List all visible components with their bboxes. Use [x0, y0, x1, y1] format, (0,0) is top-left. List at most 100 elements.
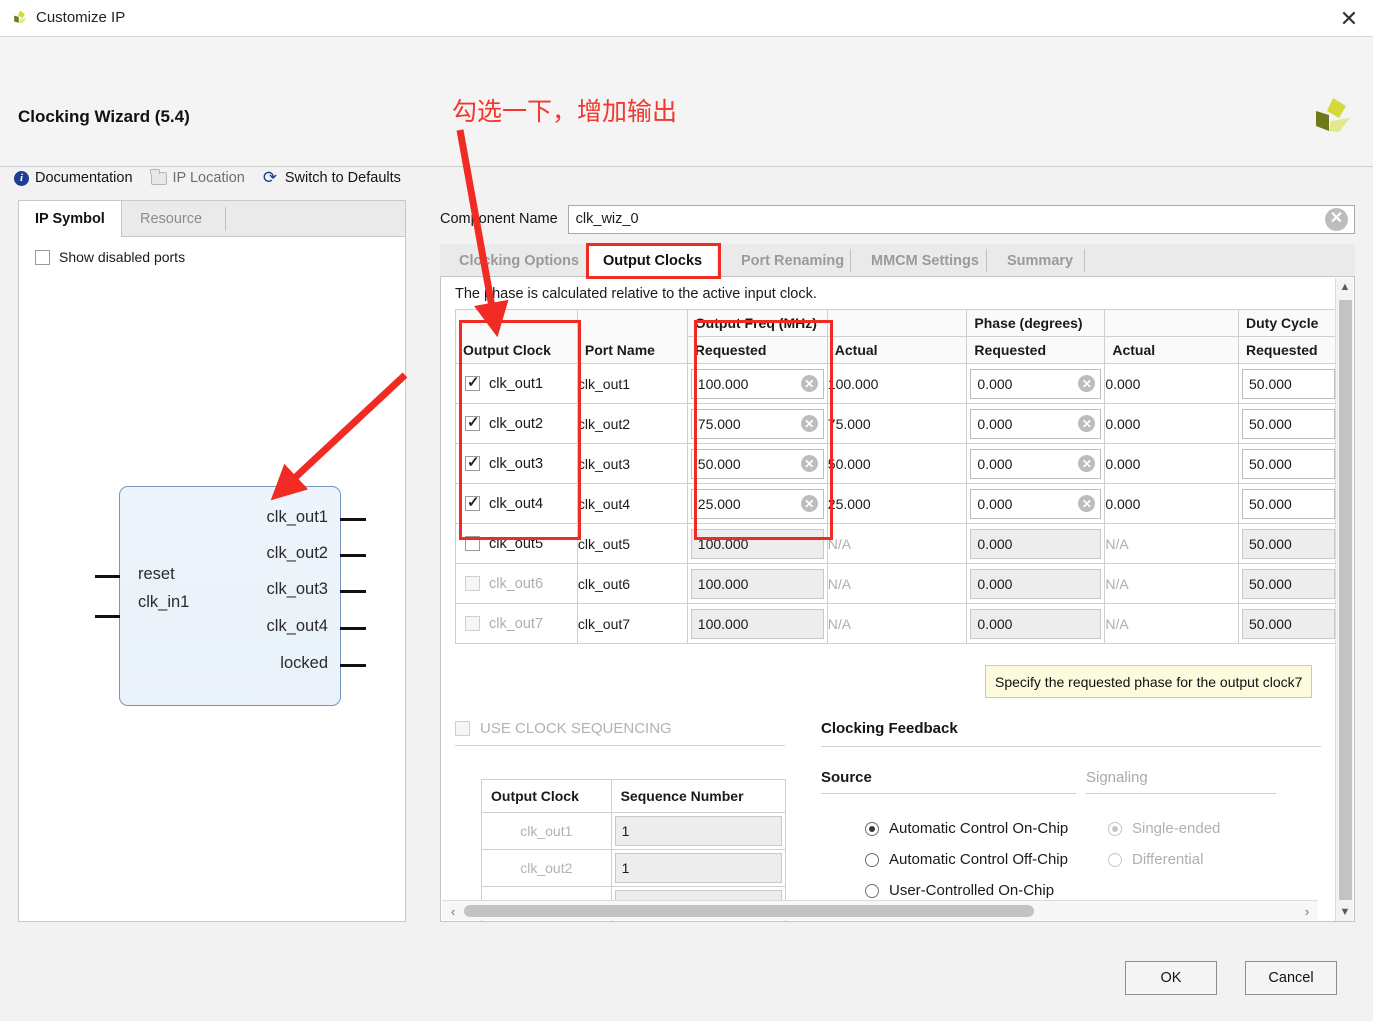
cell-phase-requested: 0.000 [966, 523, 1106, 564]
radio-automatic-control-off-chip[interactable]: Automatic Control Off-Chip [865, 851, 1086, 868]
ip-location-link[interactable]: IP Location [150, 168, 245, 186]
tab-divider [986, 249, 987, 272]
checkbox-icon[interactable] [465, 493, 480, 511]
cancel-button[interactable]: Cancel [1245, 961, 1337, 995]
window-title: Customize IP [36, 9, 126, 26]
cell-duty-requested[interactable]: 50.000 [1238, 483, 1339, 524]
cell-phase-requested[interactable]: 0.000 ✕ [966, 363, 1106, 404]
documentation-link[interactable]: i Documentation [14, 170, 133, 186]
tab-resource[interactable]: Resource [124, 201, 218, 237]
clear-icon[interactable]: ✕ [1078, 455, 1096, 472]
cell-output-clock[interactable]: clk_out4 [455, 483, 578, 524]
clear-icon[interactable]: ✕ [800, 415, 818, 432]
close-icon[interactable]: ✕ [1333, 5, 1365, 33]
cell-output-clock[interactable]: clk_out3 [455, 443, 578, 484]
phase-requested-value: 0.000 [977, 375, 1013, 392]
row-clock-label: clk_out6 [489, 575, 544, 592]
sequence-clock-label: clk_out2 [481, 849, 612, 887]
phase-requested-value: 0.000 [977, 415, 1013, 432]
tab-mmcm-settings[interactable]: MMCM Settings [856, 244, 994, 277]
scroll-down-icon[interactable]: ▼ [1336, 903, 1354, 921]
clear-icon[interactable]: ✕ [800, 495, 818, 512]
tab-port-renaming[interactable]: Port Renaming [726, 244, 859, 277]
cell-port-name[interactable]: clk_out3 [576, 443, 688, 484]
component-name-label: Component Name [440, 211, 558, 227]
cell-port-name[interactable]: clk_out4 [576, 483, 688, 524]
row-clock-label: clk_out4 [489, 495, 544, 512]
freq-requested-value: 100.000 [697, 535, 749, 552]
cell-duty-requested: 50.000 [1238, 563, 1339, 604]
duty-requested-value: 50.000 [1249, 495, 1292, 512]
header-sequence-output-clock: Output Clock [481, 779, 612, 813]
pin-reset [95, 575, 120, 578]
tab-port-renaming-label: Port Renaming [741, 252, 845, 269]
scroll-right-icon[interactable]: › [1298, 901, 1316, 921]
cell-duty-requested[interactable]: 50.000 [1238, 403, 1339, 444]
cell-freq-requested: 100.000 [686, 603, 828, 644]
tooltip: Specify the requested phase for the outp… [985, 665, 1313, 698]
tab-clocking-options[interactable]: Clocking Options [444, 244, 594, 277]
use-clock-sequencing-label: USE CLOCK SEQUENCING [480, 720, 672, 737]
vertical-scrollbar[interactable]: ▲ ▼ [1335, 278, 1353, 921]
component-name-input[interactable]: clk_wiz_0 ✕ [567, 204, 1355, 234]
pin-locked [340, 664, 366, 667]
show-disabled-ports-checkbox[interactable]: Show disabled ports [35, 249, 185, 265]
tab-summary[interactable]: Summary [992, 244, 1088, 277]
tab-output-clocks[interactable]: Output Clocks [588, 244, 718, 277]
symbol-output-label-clk_out2: clk_out2 [266, 544, 328, 562]
feedback-signaling-column: Signaling Single-ended Differential [1086, 769, 1316, 899]
freq-requested-value: 75.000 [697, 415, 741, 432]
checkbox-icon[interactable] [465, 373, 480, 391]
cell-phase-requested[interactable]: 0.000 ✕ [966, 443, 1106, 484]
ip-symbol-panel: IP Symbol Resource Show disabled ports r… [18, 200, 406, 922]
cell-freq-requested[interactable]: 50.000 ✕ [686, 443, 828, 484]
checkbox-icon[interactable] [465, 453, 480, 471]
cell-port-name[interactable]: clk_out5 [576, 523, 688, 564]
clear-icon[interactable]: ✕ [1078, 495, 1096, 512]
cell-duty-requested[interactable]: 50.000 [1238, 363, 1339, 404]
cell-freq-requested[interactable]: 100.000 ✕ [686, 363, 828, 404]
phase-requested-value: 0.000 [977, 575, 1013, 592]
cell-phase-requested[interactable]: 0.000 ✕ [966, 403, 1106, 444]
cell-output-clock[interactable]: clk_out5 [455, 523, 578, 564]
checkbox-icon[interactable] [465, 536, 480, 551]
checkbox-icon[interactable] [465, 413, 480, 431]
cell-phase-requested[interactable]: 0.000 ✕ [966, 483, 1106, 524]
config-tabs: Clocking Options Output Clocks Port Rena… [440, 244, 1355, 277]
header-freq-requested: Requested [686, 336, 828, 364]
scrollbar-thumb[interactable] [464, 905, 1034, 917]
tab-ip-symbol[interactable]: IP Symbol [19, 201, 122, 237]
clear-icon[interactable]: ✕ [1325, 207, 1348, 231]
cell-output-clock[interactable]: clk_out1 [455, 363, 578, 404]
cell-phase-requested: 0.000 [966, 603, 1106, 644]
radio-icon [865, 883, 879, 898]
clear-icon[interactable]: ✕ [1078, 415, 1096, 432]
ok-button[interactable]: OK [1125, 961, 1217, 995]
cell-port-name[interactable]: clk_out2 [576, 403, 688, 444]
cell-freq-requested[interactable]: 25.000 ✕ [686, 483, 828, 524]
clear-icon[interactable]: ✕ [1078, 375, 1096, 392]
radio-user-controlled-on-chip[interactable]: User-Controlled On-Chip [865, 882, 1086, 899]
phase-requested-value: 0.000 [977, 535, 1013, 552]
freq-requested-value: 100.000 [697, 375, 749, 392]
sequence-number-input: 1 [610, 849, 787, 887]
cell-port-name[interactable]: clk_out1 [576, 363, 688, 404]
row-clock-label: clk_out1 [489, 375, 544, 392]
duty-requested-value: 50.000 [1249, 455, 1292, 472]
horizontal-scrollbar[interactable]: ‹ › [442, 900, 1318, 920]
clear-icon[interactable]: ✕ [800, 375, 818, 392]
cell-freq-requested[interactable]: 75.000 ✕ [686, 403, 828, 444]
cell-duty-requested[interactable]: 50.000 [1238, 443, 1339, 484]
scrollbar-thumb[interactable] [1339, 300, 1352, 900]
cell-output-clock[interactable]: clk_out2 [455, 403, 578, 444]
clear-icon[interactable]: ✕ [800, 455, 818, 472]
switch-to-defaults-link[interactable]: ⟳ Switch to Defaults [263, 169, 401, 186]
row-clock-label: clk_out7 [489, 615, 544, 632]
radio-automatic-control-on-chip[interactable]: Automatic Control On-Chip [865, 820, 1086, 837]
tab-clocking-options-label: Clocking Options [459, 252, 580, 269]
scroll-left-icon[interactable]: ‹ [444, 901, 462, 921]
sequence-number-value: 1 [621, 860, 630, 876]
window-title-bar: Customize IP ✕ [0, 0, 1373, 37]
scroll-up-icon[interactable]: ▲ [1336, 278, 1354, 296]
header-port-name: Port Name [576, 309, 688, 364]
